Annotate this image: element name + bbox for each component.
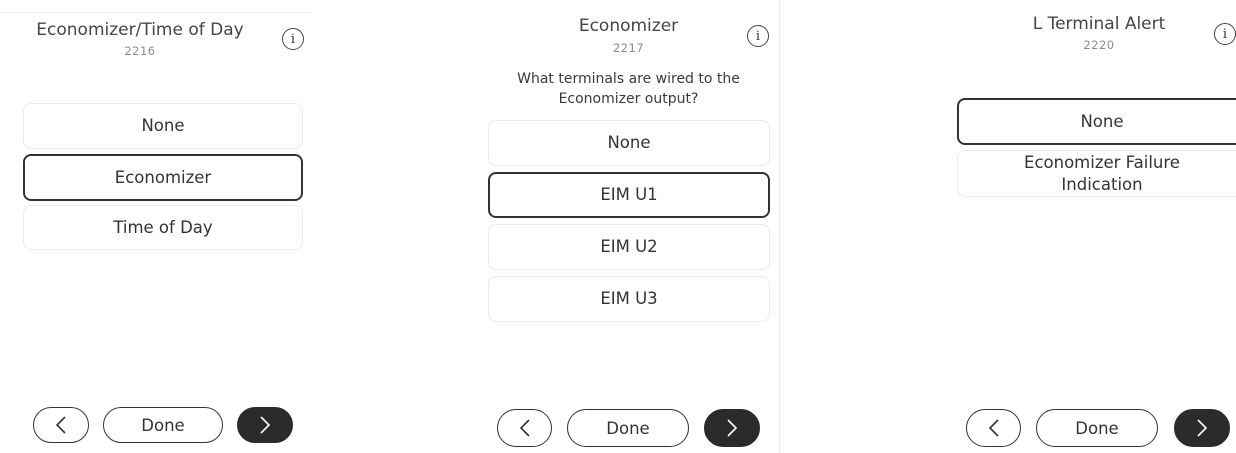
screen-l-terminal-alert: L Terminal Alert 2220 i None Economizer … (944, 0, 1236, 453)
screen-economizer: Economizer 2217 i What terminals are wir… (478, 0, 780, 453)
info-icon[interactable]: i (747, 25, 769, 47)
screen-code: 2216 (124, 44, 156, 58)
done-button[interactable]: Done (103, 407, 223, 443)
next-button[interactable] (704, 409, 760, 447)
option-eim-u1[interactable]: EIM U1 (488, 172, 770, 218)
stage: Economizer/Time of Day 2216 i None Econo… (0, 0, 1236, 453)
chevron-right-icon (260, 416, 271, 434)
option-economizer[interactable]: Economizer (23, 154, 303, 201)
option-time-of-day[interactable]: Time of Day (23, 205, 303, 250)
info-icon[interactable]: i (282, 28, 304, 50)
chevron-right-icon (727, 419, 738, 437)
divider (0, 12, 312, 13)
next-button[interactable] (1174, 409, 1230, 447)
back-button[interactable] (33, 407, 89, 443)
screen-title: L Terminal Alert (1032, 14, 1166, 34)
back-button[interactable] (497, 409, 552, 447)
screen-code: 2220 (1083, 38, 1115, 52)
option-eim-u2[interactable]: EIM U2 (488, 224, 770, 270)
chevron-left-icon (55, 416, 66, 434)
chevron-left-icon (988, 419, 999, 437)
chevron-right-icon (1197, 419, 1208, 437)
info-icon[interactable]: i (1214, 23, 1236, 45)
chevron-left-icon (519, 419, 530, 437)
screen-title: Economizer (578, 16, 679, 36)
next-button[interactable] (237, 407, 293, 443)
option-economizer-failure-indication[interactable]: Economizer Failure Indication (957, 150, 1236, 197)
done-button[interactable]: Done (1036, 409, 1158, 447)
screen-economizer-time-of-day: Economizer/Time of Day 2216 i None Econo… (0, 0, 320, 453)
back-button[interactable] (966, 409, 1021, 447)
screen-title: Economizer/Time of Day (36, 20, 244, 40)
option-eim-u3[interactable]: EIM U3 (488, 276, 770, 322)
option-none[interactable]: None (23, 103, 303, 149)
option-none[interactable]: None (957, 98, 1236, 145)
screen-code: 2217 (612, 41, 645, 55)
question-text: What terminals are wired to the Economiz… (517, 71, 740, 107)
done-button[interactable]: Done (567, 409, 689, 447)
option-none[interactable]: None (488, 120, 770, 166)
